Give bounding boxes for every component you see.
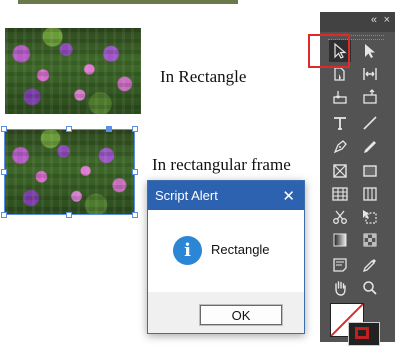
ok-button[interactable]: OK [199, 304, 283, 326]
dialog-body: i Rectangle [148, 210, 304, 292]
collapse-icon[interactable]: « [371, 14, 377, 26]
note-icon[interactable] [329, 254, 351, 276]
rectangle-frame-icon[interactable] [329, 160, 351, 182]
table-icon[interactable] [329, 183, 351, 205]
partial-image-top [18, 0, 238, 4]
caption-in-rectangle: In Rectangle [160, 67, 247, 86]
line-icon[interactable] [359, 112, 381, 134]
gap-icon[interactable] [359, 63, 381, 85]
content-collector-icon[interactable] [329, 86, 351, 108]
pen-icon[interactable] [329, 136, 351, 158]
dialog-title-bar[interactable]: Script Alert ✕ [148, 181, 304, 210]
dialog-title: Script Alert [155, 188, 218, 203]
tools-panel-header[interactable]: « × [320, 12, 395, 32]
script-alert-dialog: Script Alert ✕ i Rectangle OK [147, 180, 305, 334]
grid-icon[interactable] [359, 183, 381, 205]
lupine-photo-in-rectangle[interactable] [5, 28, 141, 114]
gradient-feather-icon[interactable] [359, 229, 381, 251]
scissors-icon[interactable] [329, 206, 351, 228]
selection-handle[interactable] [132, 169, 138, 175]
info-icon: i [173, 236, 202, 265]
dialog-footer: OK [148, 292, 304, 333]
type-icon[interactable] [329, 112, 351, 134]
caption-in-rectangular-frame: In rectangular frame [152, 155, 291, 174]
free-transform-icon[interactable] [359, 206, 381, 228]
selection-handle[interactable] [1, 126, 7, 132]
stroke-swatch[interactable] [348, 322, 380, 346]
selection-handle[interactable] [66, 126, 72, 132]
content-placer-icon[interactable] [359, 86, 381, 108]
selection-handle-center[interactable] [106, 126, 112, 132]
zoom-icon[interactable] [359, 277, 381, 299]
selection-frame [4, 129, 135, 215]
dialog-message: Rectangle [211, 242, 270, 257]
gradient-swatch-icon[interactable] [329, 229, 351, 251]
rectangle-icon[interactable] [359, 160, 381, 182]
selection-handle[interactable] [1, 169, 7, 175]
panel-close-icon[interactable]: × [384, 14, 390, 26]
selection-tool-highlight [308, 34, 350, 68]
close-icon[interactable]: ✕ [282, 187, 295, 205]
direct-selection-icon[interactable] [359, 40, 381, 62]
selection-handle[interactable] [66, 212, 72, 218]
pencil-icon[interactable] [359, 136, 381, 158]
selection-handle[interactable] [132, 126, 138, 132]
eyedropper-icon[interactable] [359, 254, 381, 276]
selection-handle[interactable] [1, 212, 7, 218]
hand-icon[interactable] [329, 277, 351, 299]
selection-handle[interactable] [132, 212, 138, 218]
